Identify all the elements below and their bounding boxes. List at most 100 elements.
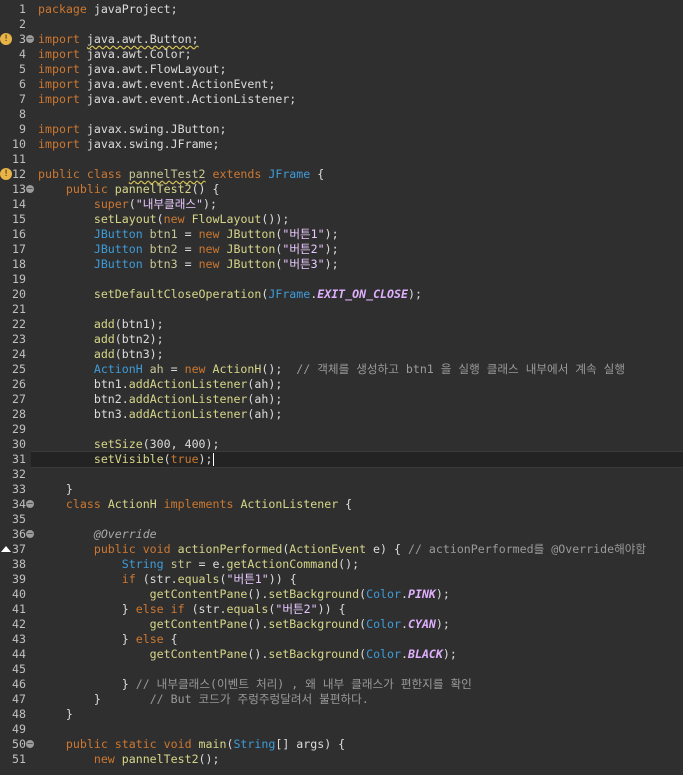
code-line[interactable]: import java.awt.FlowLayout; (38, 62, 226, 77)
code-token: ( (156, 212, 164, 226)
code-area[interactable]: package javaProject; import java.awt.Butt… (31, 0, 683, 775)
code-line[interactable]: getContentPane().setBackground(Color.BLA… (38, 647, 457, 662)
code-token: )) { (317, 602, 346, 616)
code-token: ); (324, 242, 339, 256)
code-line[interactable]: add(btn2); (38, 332, 164, 347)
code-line[interactable]: import java.awt.event.ActionEvent; (38, 77, 275, 92)
code-token: ( (163, 452, 171, 466)
code-token: // 객체를 생성하고 btn1 을 실행 클래스 내부에서 계속 실행 (296, 362, 625, 376)
code-line[interactable]: } else if (str.equals("버튼2")) { (38, 602, 346, 617)
code-line[interactable]: setDefaultCloseOperation(JFrame.EXIT_ON_… (38, 287, 422, 302)
code-token: ); (435, 587, 450, 601)
code-line[interactable]: setLayout(new FlowLayout()); (38, 212, 289, 227)
code-line[interactable]: } (38, 482, 73, 497)
code-token: ); (203, 197, 217, 211)
code-token: ); (324, 257, 339, 271)
code-token: java.awt.event.ActionEvent; (86, 77, 276, 91)
line-number: 15 (12, 212, 26, 226)
code-line[interactable]: } // 내부클래스(이벤트 처리) , 왜 내부 클래스가 편한지를 확인 (38, 677, 472, 692)
code-token: )) { (268, 572, 297, 586)
code-line[interactable]: setVisible(true); (38, 452, 214, 467)
code-line[interactable]: btn2.addActionListener(ah); (38, 392, 283, 407)
code-token: setVisible (38, 452, 164, 466)
code-line[interactable]: JButton btn3 = new JButton("버튼3"); (38, 257, 339, 272)
code-token: // But 코드가 주렁주렁달려서 불편하다. (149, 692, 369, 706)
code-line[interactable]: import javax.swing.JButton; (38, 122, 226, 137)
code-line[interactable]: import javax.swing.JFrame; (38, 137, 220, 152)
line-number: 39 (12, 572, 26, 586)
code-line[interactable]: btn3.addActionListener(ah); (38, 407, 283, 422)
code-token: new (198, 257, 227, 271)
code-token: ActionH (107, 497, 157, 511)
code-token: () { (191, 182, 220, 196)
code-line[interactable]: public static void main(String[] args) { (38, 737, 345, 752)
code-token: else if (135, 602, 192, 616)
code-token: ); (324, 227, 339, 241)
code-token: } (38, 677, 136, 691)
code-token: [] args) { (275, 737, 346, 751)
code-token: // actionPerformed를 @Override해야함 (407, 542, 647, 556)
line-number: 46 (12, 677, 26, 691)
code-line[interactable]: } (38, 707, 73, 722)
code-token: = e. (198, 557, 227, 571)
code-token: (btn1); (114, 317, 164, 331)
code-token: JButton (226, 257, 276, 271)
code-token: (). (247, 587, 269, 601)
code-token: ( (128, 197, 136, 211)
code-line[interactable]: if (str.equals("버튼1")) { (38, 572, 297, 587)
code-line[interactable]: class ActionH implements ActionListener … (38, 497, 352, 512)
code-token: setSize (38, 437, 143, 451)
code-line[interactable]: import java.awt.Color; (38, 47, 192, 62)
code-line[interactable]: @Override (38, 527, 157, 542)
code-token: ActionEvent (289, 542, 367, 556)
code-line[interactable]: JButton btn1 = new JButton("버튼1"); (38, 227, 339, 242)
code-token: if (38, 572, 143, 586)
code-line[interactable]: public class pannelTest2 extends JFrame … (38, 167, 324, 182)
code-token: } (38, 602, 136, 616)
line-number: 34 (12, 497, 26, 511)
code-line[interactable]: add(btn3); (38, 347, 164, 362)
code-line[interactable]: public void actionPerformed(ActionEvent … (38, 542, 646, 557)
code-token: ()); (261, 212, 290, 226)
code-line[interactable]: new pannelTest2(); (38, 752, 220, 767)
code-token: CYAN (407, 617, 436, 631)
code-line[interactable]: add(btn1); (38, 317, 164, 332)
code-token: setBackground (268, 617, 360, 631)
code-line[interactable]: JButton btn2 = new JButton("버튼2"); (38, 242, 339, 257)
code-token: addActionListener (128, 392, 248, 406)
code-token: new (38, 752, 122, 766)
code-line[interactable]: ActionH ah = new ActionH(); // 객체를 생성하고 … (38, 362, 625, 377)
override-marker-icon[interactable] (1, 546, 11, 552)
code-token: equals (177, 572, 220, 586)
warning-icon[interactable]: ! (0, 33, 12, 45)
code-token: addActionListener (128, 377, 248, 391)
code-line[interactable]: import java.awt.Button; (38, 32, 199, 47)
code-line[interactable]: import java.awt.event.ActionListener; (38, 92, 296, 107)
code-line[interactable]: setSize(300, 400); (38, 437, 220, 452)
line-number: 13 (12, 182, 26, 196)
code-line[interactable]: getContentPane().setBackground(Color.PIN… (38, 587, 450, 602)
code-token: (). (247, 647, 269, 661)
code-line[interactable]: package javaProject; (38, 2, 178, 17)
line-number: 16 (12, 227, 26, 241)
code-token: btn1 (142, 227, 185, 241)
code-token: btn1. (38, 377, 129, 391)
code-token: JFrame (268, 167, 311, 181)
code-line[interactable]: } // But 코드가 주렁주렁달려서 불편하다. (38, 692, 369, 707)
code-line[interactable]: } else { (38, 632, 178, 647)
line-number: 32 (12, 467, 26, 481)
code-line[interactable]: public pannelTest2() { (38, 182, 220, 197)
code-token: import (38, 122, 87, 136)
line-number: 7 (19, 92, 26, 106)
line-number: 41 (12, 602, 26, 616)
code-token: main (198, 737, 227, 751)
warning-icon[interactable]: ! (0, 168, 12, 180)
code-line[interactable]: getContentPane().setBackground(Color.CYA… (38, 617, 450, 632)
code-editor[interactable]: 1 2 3! −4 5 6 7 8 9 10 11 12! 13−14 15 16 17 18 19 20 21 22 2… (0, 0, 683, 775)
code-line[interactable]: String str = e.getActionCommand(); (38, 557, 359, 572)
code-token: } (38, 707, 73, 721)
code-token: . (401, 617, 408, 631)
code-line[interactable]: btn1.addActionListener(ah); (38, 377, 283, 392)
code-line[interactable]: super("내부클래스"); (38, 197, 217, 212)
code-token: JButton (226, 242, 276, 256)
